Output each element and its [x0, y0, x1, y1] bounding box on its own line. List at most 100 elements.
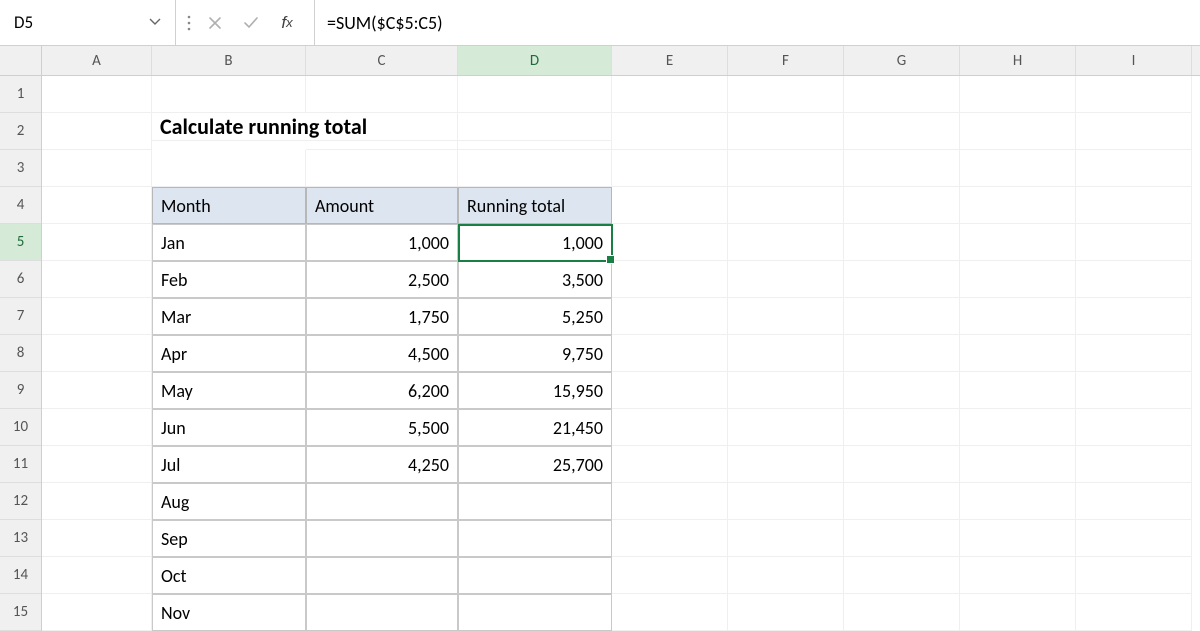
cell[interactable] — [728, 483, 844, 520]
cell[interactable] — [612, 261, 728, 298]
table-cell-running[interactable]: 1,000 — [458, 224, 612, 261]
cell[interactable] — [844, 557, 960, 594]
cell[interactable] — [960, 76, 1076, 113]
cell[interactable] — [1076, 261, 1192, 298]
sheet-title[interactable]: Calculate running total — [152, 113, 612, 141]
table-cell-month[interactable]: Mar — [152, 298, 306, 335]
cell[interactable] — [728, 76, 844, 113]
col-header-B[interactable]: B — [152, 46, 306, 75]
cell[interactable] — [728, 113, 844, 150]
row-header[interactable]: 12 — [0, 483, 41, 520]
cell[interactable] — [844, 483, 960, 520]
table-header-amount[interactable]: Amount — [306, 187, 458, 224]
cell[interactable] — [728, 261, 844, 298]
row-header[interactable]: 11 — [0, 446, 41, 483]
cell[interactable] — [1076, 76, 1192, 113]
cell[interactable] — [960, 594, 1076, 631]
cell[interactable] — [960, 150, 1076, 187]
cell[interactable] — [960, 483, 1076, 520]
cell[interactable] — [844, 298, 960, 335]
cell[interactable] — [728, 594, 844, 631]
row-header[interactable]: 3 — [0, 150, 41, 187]
cell[interactable] — [612, 446, 728, 483]
cell[interactable] — [728, 335, 844, 372]
table-cell-amount[interactable]: 2,500 — [306, 261, 458, 298]
cell[interactable] — [612, 409, 728, 446]
table-header-running[interactable]: Running total — [458, 187, 612, 224]
table-cell-running[interactable] — [458, 483, 612, 520]
row-header[interactable]: 10 — [0, 409, 41, 446]
cell[interactable] — [960, 409, 1076, 446]
table-cell-running[interactable]: 5,250 — [458, 298, 612, 335]
table-cell-running[interactable]: 25,700 — [458, 446, 612, 483]
row-header[interactable]: 6 — [0, 261, 41, 298]
cell[interactable] — [42, 335, 152, 372]
col-header-E[interactable]: E — [612, 46, 728, 75]
cell[interactable] — [42, 113, 152, 150]
col-header-G[interactable]: G — [844, 46, 960, 75]
cell[interactable] — [1076, 483, 1192, 520]
cell[interactable] — [612, 298, 728, 335]
cell[interactable] — [42, 224, 152, 261]
table-cell-month[interactable]: Sep — [152, 520, 306, 557]
cell[interactable] — [42, 520, 152, 557]
cell[interactable] — [728, 187, 844, 224]
col-header-D[interactable]: D — [458, 46, 612, 75]
table-cell-running[interactable]: 15,950 — [458, 372, 612, 409]
cell[interactable] — [458, 150, 612, 187]
col-header-I[interactable]: I — [1076, 46, 1192, 75]
cell[interactable] — [844, 113, 960, 150]
cell[interactable] — [844, 594, 960, 631]
row-header[interactable]: 8 — [0, 335, 41, 372]
cell[interactable] — [612, 372, 728, 409]
cell[interactable] — [728, 298, 844, 335]
col-header-F[interactable]: F — [728, 46, 844, 75]
cell[interactable] — [1076, 446, 1192, 483]
cells-area[interactable]: Calculate running total — [42, 76, 1200, 631]
cell[interactable] — [1076, 150, 1192, 187]
cell[interactable] — [960, 224, 1076, 261]
table-cell-running[interactable] — [458, 594, 612, 631]
table-cell-amount[interactable] — [306, 557, 458, 594]
cancel-icon[interactable] — [198, 6, 232, 40]
table-cell-amount[interactable]: 4,500 — [306, 335, 458, 372]
select-all-corner[interactable] — [0, 46, 42, 75]
cell[interactable] — [844, 446, 960, 483]
row-header[interactable]: 2 — [0, 113, 41, 150]
cell[interactable] — [152, 76, 306, 113]
cell[interactable] — [960, 557, 1076, 594]
cell[interactable] — [960, 520, 1076, 557]
cell[interactable] — [960, 372, 1076, 409]
table-cell-running[interactable] — [458, 557, 612, 594]
cell[interactable] — [1076, 409, 1192, 446]
table-cell-amount[interactable]: 4,250 — [306, 446, 458, 483]
fx-icon[interactable]: fx — [270, 6, 308, 40]
cell[interactable] — [1076, 187, 1192, 224]
cell[interactable] — [844, 409, 960, 446]
cell[interactable] — [960, 446, 1076, 483]
cell[interactable] — [612, 594, 728, 631]
cell[interactable] — [960, 113, 1076, 150]
cell[interactable] — [1076, 594, 1192, 631]
cell[interactable] — [1076, 113, 1192, 150]
cell[interactable] — [42, 298, 152, 335]
table-cell-amount[interactable] — [306, 483, 458, 520]
row-header[interactable]: 1 — [0, 76, 41, 113]
cell[interactable] — [42, 409, 152, 446]
table-cell-amount[interactable] — [306, 594, 458, 631]
cell[interactable] — [844, 261, 960, 298]
table-cell-amount[interactable]: 1,750 — [306, 298, 458, 335]
table-cell-month[interactable]: Jul — [152, 446, 306, 483]
table-cell-amount[interactable]: 5,500 — [306, 409, 458, 446]
col-header-A[interactable]: A — [42, 46, 152, 75]
table-header-month[interactable]: Month — [152, 187, 306, 224]
cell[interactable] — [42, 483, 152, 520]
cell[interactable] — [42, 261, 152, 298]
cell[interactable] — [960, 298, 1076, 335]
cell[interactable] — [1076, 298, 1192, 335]
cell[interactable] — [612, 557, 728, 594]
table-cell-month[interactable]: Aug — [152, 483, 306, 520]
table-cell-amount[interactable] — [306, 520, 458, 557]
cell[interactable] — [612, 520, 728, 557]
cell[interactable] — [42, 372, 152, 409]
